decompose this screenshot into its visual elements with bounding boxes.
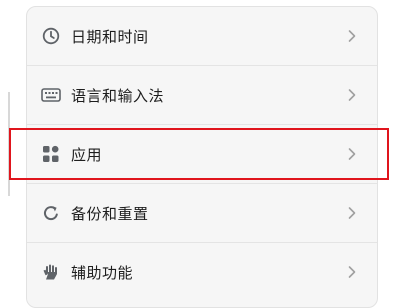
hand-icon <box>41 262 61 282</box>
menu-item-accessibility[interactable]: 辅助功能 <box>27 243 377 301</box>
menu-item-label: 日期和时间 <box>71 27 149 46</box>
menu-item-apps[interactable]: 应用 <box>27 125 377 184</box>
menu-item-backup-reset[interactable]: 备份和重置 <box>27 184 377 243</box>
menu-item-label: 应用 <box>71 145 103 164</box>
apps-grid-icon <box>41 144 61 164</box>
chevron-right-icon <box>345 85 359 105</box>
menu-item-date-time[interactable]: 日期和时间 <box>27 7 377 66</box>
restore-icon <box>41 203 61 223</box>
settings-menu-panel: 日期和时间 语言和输入法 应用 备份和重置 辅助功能 <box>26 6 378 308</box>
menu-item-language-input[interactable]: 语言和输入法 <box>27 66 377 125</box>
chevron-right-icon <box>345 144 359 164</box>
keyboard-icon <box>41 85 61 105</box>
menu-item-label: 备份和重置 <box>71 204 149 223</box>
clock-icon <box>41 26 61 46</box>
left-edge-divider <box>8 92 10 196</box>
chevron-right-icon <box>345 203 359 223</box>
chevron-right-icon <box>345 262 359 282</box>
menu-item-label: 语言和输入法 <box>71 86 165 105</box>
menu-item-label: 辅助功能 <box>71 263 134 282</box>
chevron-right-icon <box>345 26 359 46</box>
